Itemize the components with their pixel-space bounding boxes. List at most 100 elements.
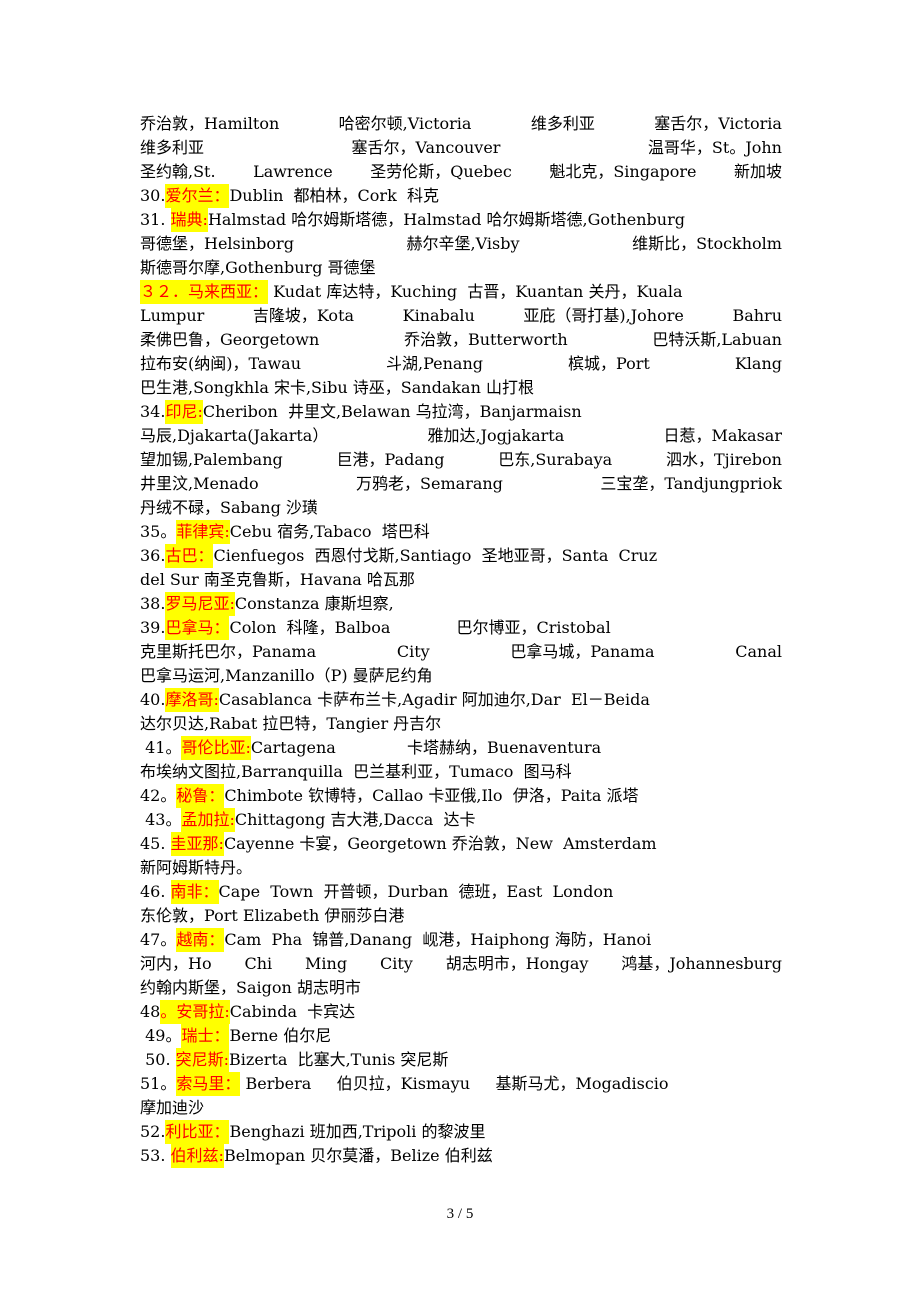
country-label: 巴拿马： bbox=[165, 616, 230, 640]
country-label: 越南： bbox=[176, 928, 225, 952]
text-line: 53. 伯利兹: Belmopan 贝尔莫潘，Belize 伯利兹 bbox=[140, 1144, 782, 1168]
text-segment: 巴拿马运河,Manzanillo（P) 曼萨尼约角 bbox=[140, 666, 433, 685]
country-label: 罗马尼亚: bbox=[165, 592, 235, 616]
country-label: 孟加拉: bbox=[181, 808, 235, 832]
text-token: Chi bbox=[244, 954, 273, 973]
entry-number: 40. bbox=[140, 690, 166, 709]
port-list: Cayenne 卡宴，Georgetown 乔治敦，New Amsterdam bbox=[223, 834, 657, 853]
text-segment: 斯德哥尔摩,Gothenburg 哥德堡 bbox=[140, 258, 376, 277]
text-token: 河内，Ho bbox=[140, 954, 212, 973]
port-list: Chimbote 钦博特，Callao 卡亚俄,Ilo 伊洛，Paita 派塔 bbox=[224, 786, 639, 805]
text-token: 吉隆坡，Kota bbox=[252, 306, 355, 325]
text-line: 39. 巴拿马： Colon 科隆，Balboa 巴尔博亚，Cristobal bbox=[140, 616, 782, 640]
text-line: 圣约翰,St. Lawrence 圣劳伦斯，Quebec 魁北克，Singapore 新… bbox=[140, 160, 782, 184]
text-line: 41。 哥伦比亚: Cartagena 卡塔赫纳，Buenaventura bbox=[140, 736, 782, 760]
port-list: Chittagong 吉大港,Dacca 达卡 bbox=[234, 810, 476, 829]
entry-number: 34. bbox=[140, 402, 166, 421]
entry-number: 35。 bbox=[140, 522, 177, 541]
entry-number: 38. bbox=[140, 594, 166, 613]
text-line: 维多利亚 塞舌尔，Vancouver 温哥华，St。John bbox=[140, 136, 782, 160]
country-label: 索马里： bbox=[176, 1072, 241, 1096]
text-token: 巨港，Padang bbox=[336, 450, 445, 469]
text-line: 36. 古巴： Cienfuegos 西恩付戈斯,Santiago 圣地亚哥，San… bbox=[140, 544, 782, 568]
country-label: 秘鲁： bbox=[176, 784, 225, 808]
text-token: 乔治敦，Hamilton bbox=[140, 114, 280, 133]
text-line: 巴拿马运河,Manzanillo（P) 曼萨尼约角 bbox=[140, 664, 782, 688]
text-token: 赫尔辛堡,Visby bbox=[406, 234, 520, 253]
text-line: Lumpur 吉隆坡，Kota Kinabalu 亚庇（哥打基),Johore Bahr… bbox=[140, 304, 782, 328]
text-line: 35。 菲律宾: Cebu 宿务,Tabaco 塔巴科 bbox=[140, 520, 782, 544]
text-token: 塞舌尔，Victoria bbox=[654, 114, 782, 133]
port-list: Dublin 都柏林，Cork 科克 bbox=[229, 186, 439, 205]
text-token: Lumpur bbox=[140, 306, 205, 325]
entry-number: 41。 bbox=[140, 738, 182, 757]
text-segment: 达尔贝达,Rabat 拉巴特，Tangier 丹吉尔 bbox=[140, 714, 442, 733]
entry-number: 31. bbox=[140, 210, 171, 229]
text-segment: 巴生港,Songkhla 宋卡,Sibu 诗巫，Sandakan 山打根 bbox=[140, 378, 534, 397]
text-line: 34. 印尼: Cheribon 井里文,Belawan 乌拉湾，Banjarmai… bbox=[140, 400, 782, 424]
text-token: 巴拿马城，Panama bbox=[510, 642, 655, 661]
text-line: 49。 瑞士： Berne 伯尔尼 bbox=[140, 1024, 782, 1048]
country-label: 菲律宾: bbox=[176, 520, 230, 544]
text-line: 48 。安哥拉: Cabinda 卡宾达 bbox=[140, 1000, 782, 1024]
text-line: ３２． 马来西亚： Kudat 库达特，Kuching 古晋，Kuantan 关丹… bbox=[140, 280, 782, 304]
text-line: 东伦敦，Port Elizabeth 伊丽莎白港 bbox=[140, 904, 782, 928]
country-label: 瑞典: bbox=[170, 208, 208, 232]
text-token: 哈密尔顿,Victoria bbox=[338, 114, 472, 133]
port-list: Cheribon 井里文,Belawan 乌拉湾，Banjarmaisn bbox=[202, 402, 582, 421]
text-segment: 新阿姆斯特丹。 bbox=[140, 858, 253, 877]
text-token: 井里汶,Menado bbox=[140, 474, 259, 493]
text-line: 42。 秘鲁： Chimbote 钦博特，Callao 卡亚俄,Ilo 伊洛，Pai… bbox=[140, 784, 782, 808]
port-list: Berne 伯尔尼 bbox=[229, 1026, 332, 1045]
text-line: 52. 利比亚： Benghazi 班加西,Tripoli 的黎波里 bbox=[140, 1120, 782, 1144]
country-label: 哥伦比亚: bbox=[181, 736, 251, 760]
port-list: Constanza 康斯坦察, bbox=[234, 594, 394, 613]
text-token: 圣劳伦斯，Quebec bbox=[370, 162, 512, 181]
text-segment: 布埃纳文图拉,Barranquilla 巴兰基利亚，Tumaco 图马科 bbox=[140, 762, 572, 781]
entry-number: 47。 bbox=[140, 930, 177, 949]
country-label: 瑞士： bbox=[181, 1024, 230, 1048]
entry-number: 48 bbox=[140, 1002, 161, 1021]
text-token: 斗湖,Penang bbox=[386, 354, 483, 373]
text-token: Ming bbox=[305, 954, 348, 973]
text-token: 亚庇（哥打基),Johore bbox=[523, 306, 684, 325]
port-list: Cebu 宿务,Tabaco 塔巴科 bbox=[229, 522, 430, 541]
text-segment: 约翰内斯堡，Saigon 胡志明市 bbox=[140, 978, 361, 997]
text-token: 哥德堡，Helsinborg bbox=[140, 234, 294, 253]
text-line: 47。 越南： Cam Pha 锦普,Danang 岘港，Haiphong 海防，H… bbox=[140, 928, 782, 952]
entry-number: 49。 bbox=[140, 1026, 182, 1045]
text-token: 泗水，Tjirebon bbox=[665, 450, 782, 469]
text-line: 望加锡,Palembang 巨港，Padang 巴东,Surabaya 泗水，Tjir… bbox=[140, 448, 782, 472]
country-label: 爱尔兰： bbox=[165, 184, 230, 208]
text-token: 万鸦老，Semarang bbox=[356, 474, 503, 493]
text-token: 柔佛巴鲁，Georgetown bbox=[140, 330, 320, 349]
text-line: 井里汶,Menado 万鸦老，Semarang 三宝垄，Tandjungpriok bbox=[140, 472, 782, 496]
text-segment: 摩加迪沙 bbox=[140, 1098, 205, 1117]
entry-number: 53. bbox=[140, 1146, 171, 1165]
country-label: 古巴： bbox=[165, 544, 214, 568]
port-list: Cam Pha 锦普,Danang 岘港，Haiphong 海防，Hanoi bbox=[224, 930, 652, 949]
text-line: 丹绒不碌，Sabang 沙璜 bbox=[140, 496, 782, 520]
text-line: 河内，Ho Chi Ming City 胡志明市，Hongay 鸿基，Johannesbu… bbox=[140, 952, 782, 976]
text-line: 巴生港,Songkhla 宋卡,Sibu 诗巫，Sandakan 山打根 bbox=[140, 376, 782, 400]
text-segment: 东伦敦，Port Elizabeth 伊丽莎白港 bbox=[140, 906, 405, 925]
text-line: 51。 索马里： Berbera 伯贝拉，Kismayu 基斯马尤，Mogadis… bbox=[140, 1072, 782, 1096]
entry-number: 50. bbox=[140, 1050, 176, 1069]
text-token: 维多利亚 bbox=[140, 138, 205, 157]
text-line: 达尔贝达,Rabat 拉巴特，Tangier 丹吉尔 bbox=[140, 712, 782, 736]
entry-number: 39. bbox=[140, 618, 166, 637]
country-label: 印尼: bbox=[165, 400, 203, 424]
text-token: 拉布安(纳闽)，Tawau bbox=[140, 354, 301, 373]
port-list: Cabinda 卡宾达 bbox=[229, 1002, 356, 1021]
port-list: Benghazi 班加西,Tripoli 的黎波里 bbox=[229, 1122, 486, 1141]
entry-number: 30. bbox=[140, 186, 166, 205]
text-line: 43。 孟加拉: Chittagong 吉大港,Dacca 达卡 bbox=[140, 808, 782, 832]
text-token: 圣约翰,St. bbox=[140, 162, 216, 181]
port-list: Cartagena 卡塔赫纳，Buenaventura bbox=[250, 738, 602, 757]
port-list: Berbera 伯贝拉，Kismayu 基斯马尤，Mogadiscio bbox=[240, 1074, 669, 1093]
text-token: 三宝垄，Tandjungpriok bbox=[600, 474, 782, 493]
text-token: 温哥华，St。John bbox=[647, 138, 782, 157]
page-number: 3 / 5 bbox=[446, 1206, 474, 1222]
text-line: 40. 摩洛哥: Casablanca 卡萨布兰卡,Agadir 阿加迪尔,Dar … bbox=[140, 688, 782, 712]
port-list: Halmstad 哈尔姆斯塔德，Halmstad 哈尔姆斯塔德,Gothenbu… bbox=[207, 210, 685, 229]
